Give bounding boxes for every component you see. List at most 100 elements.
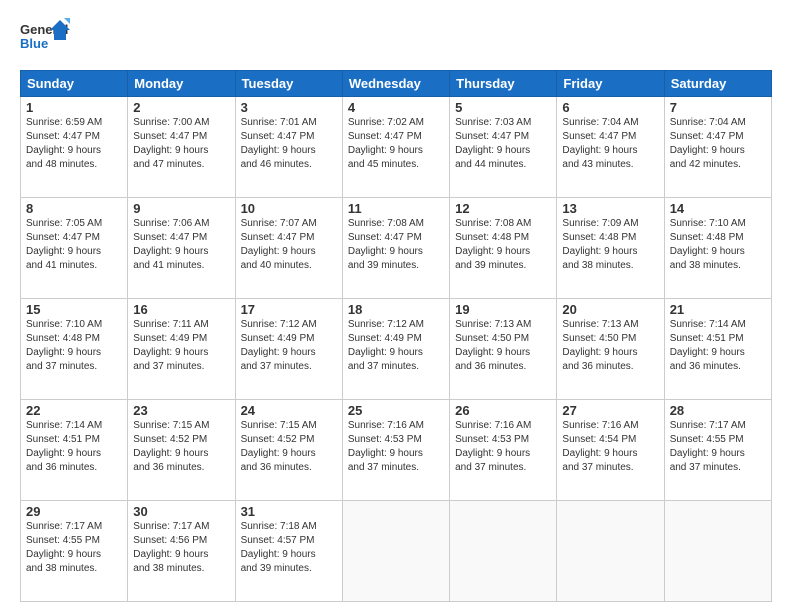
day-info: Sunrise: 7:16 AMSunset: 4:53 PMDaylight:…	[455, 419, 551, 475]
calendar-cell: 20Sunrise: 7:13 AMSunset: 4:50 PMDayligh…	[557, 299, 664, 400]
day-number: 10	[241, 201, 337, 216]
weekday-header-cell: Wednesday	[342, 71, 449, 97]
weekday-header-row: SundayMondayTuesdayWednesdayThursdayFrid…	[21, 71, 772, 97]
day-info: Sunrise: 6:59 AMSunset: 4:47 PMDaylight:…	[26, 116, 122, 172]
day-info: Sunrise: 7:03 AMSunset: 4:47 PMDaylight:…	[455, 116, 551, 172]
logo-svg: General Blue	[20, 18, 70, 60]
day-number: 17	[241, 302, 337, 317]
day-number: 13	[562, 201, 658, 216]
day-info: Sunrise: 7:10 AMSunset: 4:48 PMDaylight:…	[26, 318, 122, 374]
day-number: 29	[26, 504, 122, 519]
calendar-cell: 23Sunrise: 7:15 AMSunset: 4:52 PMDayligh…	[128, 400, 235, 501]
day-info: Sunrise: 7:11 AMSunset: 4:49 PMDaylight:…	[133, 318, 229, 374]
calendar-cell: 30Sunrise: 7:17 AMSunset: 4:56 PMDayligh…	[128, 501, 235, 602]
calendar-cell: 16Sunrise: 7:11 AMSunset: 4:49 PMDayligh…	[128, 299, 235, 400]
calendar-cell: 28Sunrise: 7:17 AMSunset: 4:55 PMDayligh…	[664, 400, 771, 501]
day-number: 28	[670, 403, 766, 418]
day-info: Sunrise: 7:07 AMSunset: 4:47 PMDaylight:…	[241, 217, 337, 273]
day-info: Sunrise: 7:12 AMSunset: 4:49 PMDaylight:…	[348, 318, 444, 374]
day-number: 16	[133, 302, 229, 317]
day-info: Sunrise: 7:09 AMSunset: 4:48 PMDaylight:…	[562, 217, 658, 273]
calendar-week-row: 22Sunrise: 7:14 AMSunset: 4:51 PMDayligh…	[21, 400, 772, 501]
day-info: Sunrise: 7:08 AMSunset: 4:48 PMDaylight:…	[455, 217, 551, 273]
day-info: Sunrise: 7:13 AMSunset: 4:50 PMDaylight:…	[562, 318, 658, 374]
day-info: Sunrise: 7:16 AMSunset: 4:54 PMDaylight:…	[562, 419, 658, 475]
day-number: 2	[133, 100, 229, 115]
day-info: Sunrise: 7:14 AMSunset: 4:51 PMDaylight:…	[26, 419, 122, 475]
calendar-cell: 29Sunrise: 7:17 AMSunset: 4:55 PMDayligh…	[21, 501, 128, 602]
calendar-cell: 2Sunrise: 7:00 AMSunset: 4:47 PMDaylight…	[128, 97, 235, 198]
calendar-cell: 5Sunrise: 7:03 AMSunset: 4:47 PMDaylight…	[450, 97, 557, 198]
day-number: 24	[241, 403, 337, 418]
day-info: Sunrise: 7:17 AMSunset: 4:55 PMDaylight:…	[670, 419, 766, 475]
day-number: 9	[133, 201, 229, 216]
calendar-cell: 11Sunrise: 7:08 AMSunset: 4:47 PMDayligh…	[342, 198, 449, 299]
day-info: Sunrise: 7:04 AMSunset: 4:47 PMDaylight:…	[670, 116, 766, 172]
calendar-cell: 6Sunrise: 7:04 AMSunset: 4:47 PMDaylight…	[557, 97, 664, 198]
logo: General Blue	[20, 18, 70, 60]
day-info: Sunrise: 7:12 AMSunset: 4:49 PMDaylight:…	[241, 318, 337, 374]
day-info: Sunrise: 7:02 AMSunset: 4:47 PMDaylight:…	[348, 116, 444, 172]
calendar-cell: 13Sunrise: 7:09 AMSunset: 4:48 PMDayligh…	[557, 198, 664, 299]
weekday-header-cell: Tuesday	[235, 71, 342, 97]
day-number: 11	[348, 201, 444, 216]
day-number: 26	[455, 403, 551, 418]
calendar-body: 1Sunrise: 6:59 AMSunset: 4:47 PMDaylight…	[21, 97, 772, 602]
calendar-cell: 21Sunrise: 7:14 AMSunset: 4:51 PMDayligh…	[664, 299, 771, 400]
weekday-header-cell: Friday	[557, 71, 664, 97]
day-number: 12	[455, 201, 551, 216]
day-number: 1	[26, 100, 122, 115]
weekday-header-cell: Thursday	[450, 71, 557, 97]
day-info: Sunrise: 7:04 AMSunset: 4:47 PMDaylight:…	[562, 116, 658, 172]
calendar-cell	[342, 501, 449, 602]
calendar-cell: 10Sunrise: 7:07 AMSunset: 4:47 PMDayligh…	[235, 198, 342, 299]
day-info: Sunrise: 7:06 AMSunset: 4:47 PMDaylight:…	[133, 217, 229, 273]
day-info: Sunrise: 7:05 AMSunset: 4:47 PMDaylight:…	[26, 217, 122, 273]
calendar: SundayMondayTuesdayWednesdayThursdayFrid…	[20, 70, 772, 602]
calendar-cell: 19Sunrise: 7:13 AMSunset: 4:50 PMDayligh…	[450, 299, 557, 400]
day-number: 4	[348, 100, 444, 115]
day-info: Sunrise: 7:14 AMSunset: 4:51 PMDaylight:…	[670, 318, 766, 374]
calendar-cell: 24Sunrise: 7:15 AMSunset: 4:52 PMDayligh…	[235, 400, 342, 501]
day-number: 27	[562, 403, 658, 418]
calendar-cell: 8Sunrise: 7:05 AMSunset: 4:47 PMDaylight…	[21, 198, 128, 299]
day-info: Sunrise: 7:08 AMSunset: 4:47 PMDaylight:…	[348, 217, 444, 273]
header: General Blue	[20, 18, 772, 60]
day-number: 14	[670, 201, 766, 216]
calendar-week-row: 29Sunrise: 7:17 AMSunset: 4:55 PMDayligh…	[21, 501, 772, 602]
svg-text:Blue: Blue	[20, 36, 48, 51]
calendar-cell: 9Sunrise: 7:06 AMSunset: 4:47 PMDaylight…	[128, 198, 235, 299]
calendar-cell: 26Sunrise: 7:16 AMSunset: 4:53 PMDayligh…	[450, 400, 557, 501]
day-number: 30	[133, 504, 229, 519]
weekday-header-cell: Saturday	[664, 71, 771, 97]
day-number: 15	[26, 302, 122, 317]
day-info: Sunrise: 7:13 AMSunset: 4:50 PMDaylight:…	[455, 318, 551, 374]
day-number: 8	[26, 201, 122, 216]
calendar-cell	[557, 501, 664, 602]
calendar-cell: 27Sunrise: 7:16 AMSunset: 4:54 PMDayligh…	[557, 400, 664, 501]
day-number: 18	[348, 302, 444, 317]
day-info: Sunrise: 7:10 AMSunset: 4:48 PMDaylight:…	[670, 217, 766, 273]
day-info: Sunrise: 7:01 AMSunset: 4:47 PMDaylight:…	[241, 116, 337, 172]
calendar-cell	[664, 501, 771, 602]
day-info: Sunrise: 7:15 AMSunset: 4:52 PMDaylight:…	[133, 419, 229, 475]
day-info: Sunrise: 7:18 AMSunset: 4:57 PMDaylight:…	[241, 520, 337, 576]
calendar-cell: 4Sunrise: 7:02 AMSunset: 4:47 PMDaylight…	[342, 97, 449, 198]
day-info: Sunrise: 7:15 AMSunset: 4:52 PMDaylight:…	[241, 419, 337, 475]
day-info: Sunrise: 7:00 AMSunset: 4:47 PMDaylight:…	[133, 116, 229, 172]
calendar-cell: 25Sunrise: 7:16 AMSunset: 4:53 PMDayligh…	[342, 400, 449, 501]
calendar-cell: 12Sunrise: 7:08 AMSunset: 4:48 PMDayligh…	[450, 198, 557, 299]
day-number: 25	[348, 403, 444, 418]
calendar-cell: 3Sunrise: 7:01 AMSunset: 4:47 PMDaylight…	[235, 97, 342, 198]
day-number: 20	[562, 302, 658, 317]
calendar-cell: 18Sunrise: 7:12 AMSunset: 4:49 PMDayligh…	[342, 299, 449, 400]
day-number: 22	[26, 403, 122, 418]
day-number: 6	[562, 100, 658, 115]
calendar-week-row: 15Sunrise: 7:10 AMSunset: 4:48 PMDayligh…	[21, 299, 772, 400]
day-number: 31	[241, 504, 337, 519]
calendar-cell: 14Sunrise: 7:10 AMSunset: 4:48 PMDayligh…	[664, 198, 771, 299]
calendar-week-row: 1Sunrise: 6:59 AMSunset: 4:47 PMDaylight…	[21, 97, 772, 198]
day-number: 23	[133, 403, 229, 418]
calendar-cell: 7Sunrise: 7:04 AMSunset: 4:47 PMDaylight…	[664, 97, 771, 198]
day-info: Sunrise: 7:16 AMSunset: 4:53 PMDaylight:…	[348, 419, 444, 475]
